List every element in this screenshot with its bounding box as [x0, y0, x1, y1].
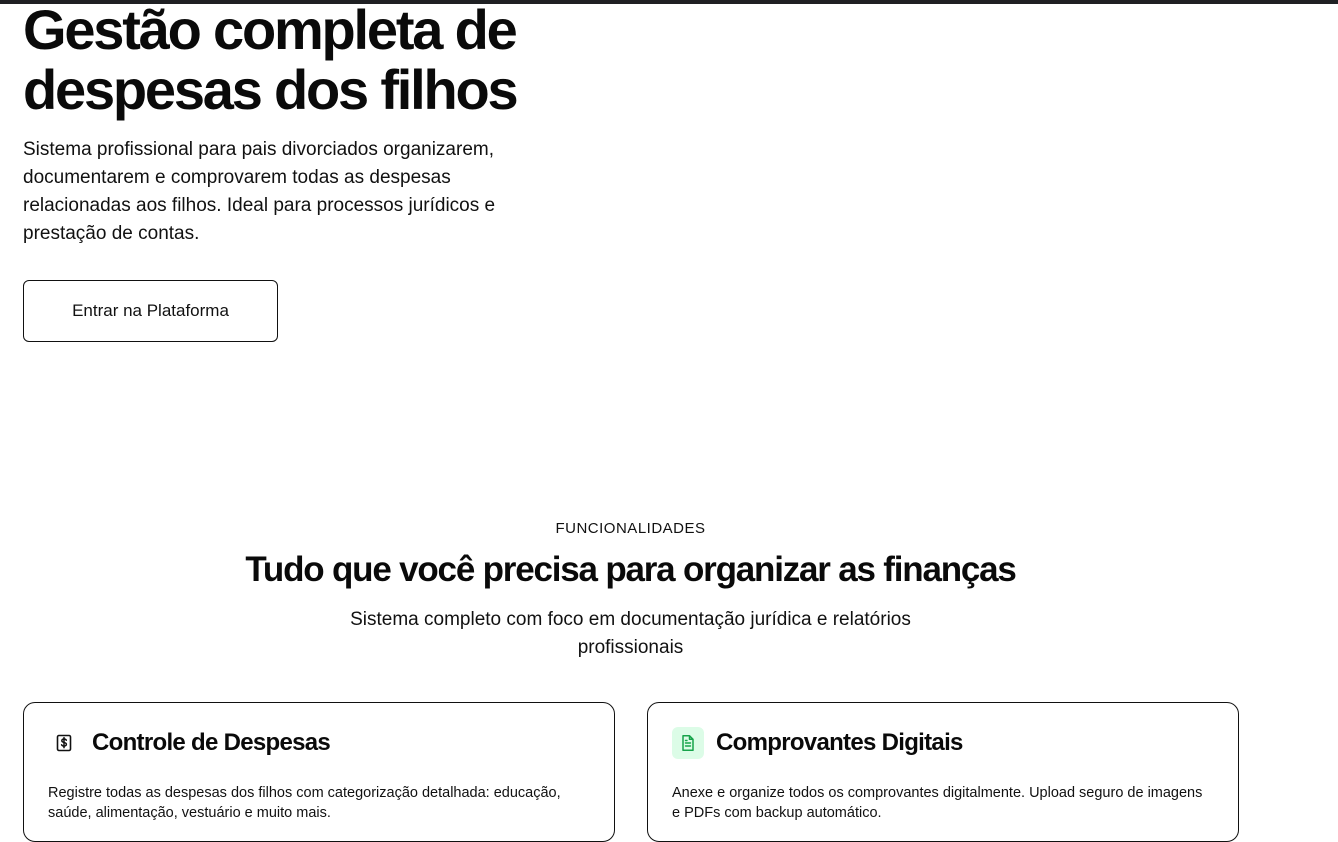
feature-card-expense-control: Controle de Despesas Registre todas as d…	[23, 702, 615, 842]
dollar-receipt-icon	[48, 727, 80, 759]
features-eyebrow: FUNCIONALIDADES	[555, 520, 706, 537]
feature-card-description: Registre todas as despesas dos filhos co…	[48, 785, 561, 821]
features-title: Tudo que você precisa para organizar as …	[245, 550, 1017, 589]
feature-card-digital-receipts: Comprovantes Digitais Anexe e organize t…	[647, 702, 1239, 842]
feature-card-title: Comprovantes Digitais	[716, 729, 963, 756]
hero-description: Sistema profissional para pais divorciad…	[23, 139, 496, 244]
feature-card-title: Controle de Despesas	[92, 729, 331, 756]
document-icon	[672, 727, 704, 759]
hero-title-line-2: despesas dos filhos	[23, 58, 519, 121]
enter-platform-button[interactable]: Entrar na Plataforma	[23, 280, 278, 342]
hero-title: Gestão completa de despesas dos filhos	[23, 0, 643, 120]
hero-title-line-1: Gestão completa de	[23, 0, 518, 61]
features-description: Sistema completo com foco em documentaçã…	[350, 609, 911, 658]
feature-card-description: Anexe e organize todos os comprovantes d…	[672, 785, 1203, 821]
